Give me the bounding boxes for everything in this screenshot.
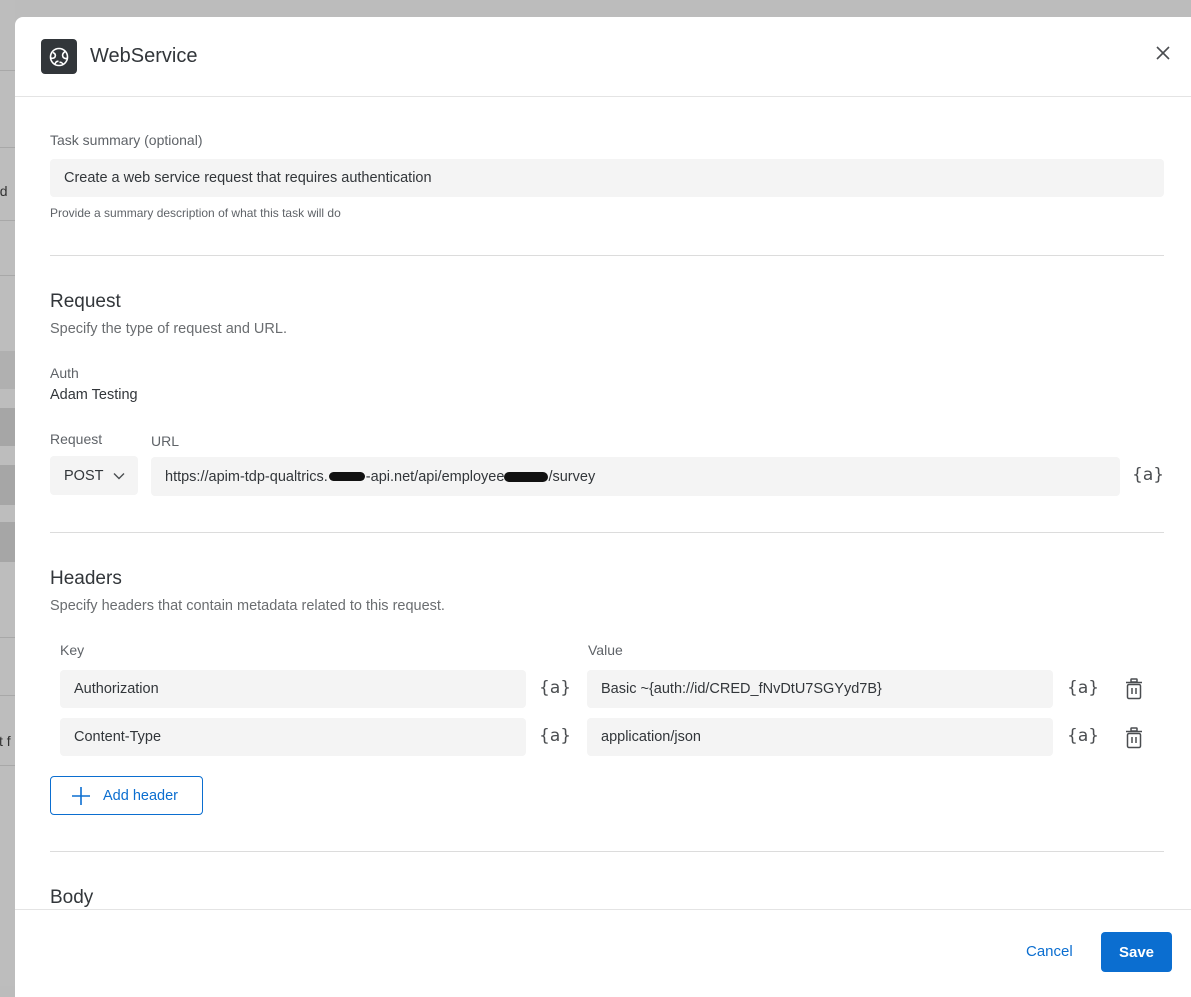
webservice-modal: WebService Task summary (optional) Creat… [15, 17, 1191, 997]
modal-header: WebService [15, 17, 1191, 97]
background-divider [0, 695, 15, 696]
section-divider [50, 532, 1164, 533]
close-icon [1156, 46, 1170, 60]
url-text-part: -api.net/api/employee [365, 468, 505, 485]
url-label: URL [151, 433, 180, 449]
cancel-button[interactable]: Cancel [1026, 943, 1073, 960]
background-divider [0, 147, 15, 148]
modal-body: Task summary (optional) Create a web ser… [15, 98, 1191, 910]
background-divider [0, 765, 15, 766]
header-value-variable-icon[interactable]: {a} [1067, 726, 1099, 746]
header-key-variable-icon[interactable]: {a} [539, 726, 571, 746]
url-text-part: /survey [548, 468, 596, 485]
plus-icon [72, 786, 90, 805]
chevron-down-icon [113, 472, 125, 479]
request-section-title: Request [50, 291, 121, 312]
task-summary-helper: Provide a summary description of what th… [50, 206, 341, 220]
trash-icon [1126, 678, 1142, 700]
add-header-label: Add header [103, 787, 178, 804]
section-divider [50, 255, 1164, 256]
headers-section-title: Headers [50, 568, 122, 589]
add-header-button[interactable]: Add header [50, 776, 203, 815]
request-method-value: POST [64, 467, 104, 484]
header-key-input[interactable]: Content-Type [60, 718, 526, 756]
background-divider [0, 220, 15, 221]
background-row [0, 465, 15, 505]
background-row [0, 522, 15, 562]
header-value-input[interactable]: application/json [587, 718, 1053, 756]
background-text: st f [0, 733, 11, 749]
header-value-variable-icon[interactable]: {a} [1067, 678, 1099, 698]
globe-icon [41, 39, 77, 74]
modal-footer: Cancel Save [15, 909, 1191, 997]
delete-header-button[interactable] [1125, 678, 1143, 705]
redaction-mark [504, 471, 549, 482]
request-section-description: Specify the type of request and URL. [50, 321, 287, 337]
background-row [0, 408, 15, 446]
header-key-variable-icon[interactable]: {a} [539, 678, 571, 698]
background-divider [0, 275, 15, 276]
task-summary-label: Task summary (optional) [50, 132, 203, 148]
request-method-label: Request [50, 431, 103, 447]
background-row [0, 351, 15, 389]
background-divider [0, 70, 15, 71]
delete-header-button[interactable] [1125, 727, 1143, 754]
trash-icon [1126, 727, 1142, 749]
auth-label: Auth [50, 365, 79, 381]
redaction-mark [328, 472, 365, 481]
url-text-part: https://apim-tdp-qualtrics. [165, 468, 328, 485]
url-variable-icon[interactable]: {a} [1132, 465, 1164, 485]
url-input[interactable]: https://apim-tdp-qualtrics. -api.net/api/… [151, 457, 1120, 496]
header-key-label: Key [60, 642, 85, 658]
section-divider [50, 851, 1164, 852]
header-value-input[interactable]: Basic ~{auth://id/CRED_fNvDtU7SGYyd7B} [587, 670, 1053, 708]
request-method-select[interactable]: POST [50, 456, 138, 495]
body-section-title: Body [50, 887, 94, 908]
header-key-input[interactable]: Authorization [60, 670, 526, 708]
background-divider [0, 637, 15, 638]
headers-section-description: Specify headers that contain metadata re… [50, 598, 445, 614]
background-text: nd [0, 183, 8, 199]
auth-value: Adam Testing [50, 387, 138, 403]
task-summary-input[interactable]: Create a web service request that requir… [50, 159, 1164, 197]
save-button[interactable]: Save [1101, 932, 1172, 972]
close-button[interactable] [1153, 43, 1173, 63]
header-value-label: Value [588, 642, 623, 658]
modal-title: WebService [90, 45, 198, 67]
